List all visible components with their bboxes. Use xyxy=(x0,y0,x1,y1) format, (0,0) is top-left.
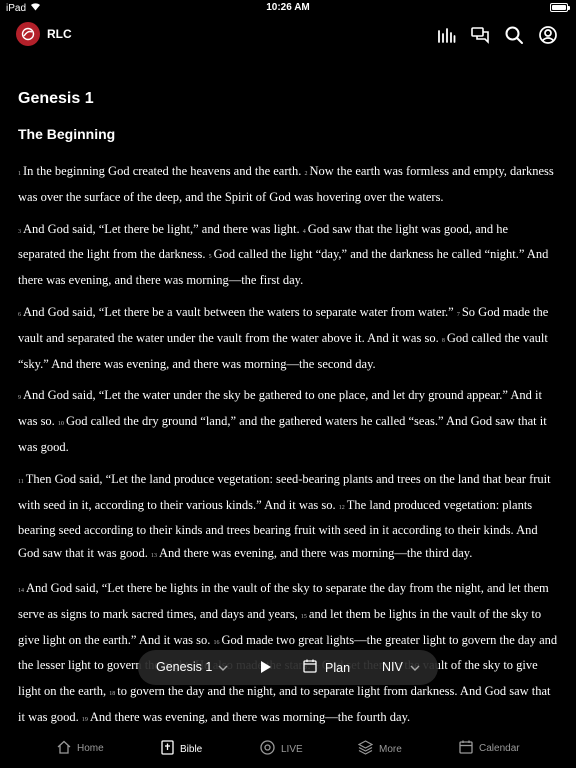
app-header: RLC xyxy=(0,18,576,50)
scripture-paragraph: 3 And God said, “Let there be light,” and… xyxy=(18,218,558,292)
verse-number[interactable]: 16 xyxy=(213,640,219,646)
calendar-icon xyxy=(303,659,317,676)
verse-text[interactable]: In the beginning God created the heavens… xyxy=(23,164,301,178)
tab-label: LIVE xyxy=(281,743,303,755)
tab-live[interactable]: LIVE xyxy=(260,740,303,758)
verse-text[interactable]: And there was evening, and there was mor… xyxy=(159,546,472,560)
verse-text[interactable]: And there was evening, and there was mor… xyxy=(90,710,410,724)
plan-button[interactable]: Plan xyxy=(303,659,350,676)
audio-bars-icon[interactable] xyxy=(436,25,456,45)
verse-number[interactable]: 2 xyxy=(305,171,308,177)
chat-bubbles-icon[interactable] xyxy=(470,25,490,45)
verse-text[interactable]: God called the dry ground “land,” and th… xyxy=(18,414,547,454)
scripture-paragraph: 6 And God said, “Let there be a vault bet… xyxy=(18,301,558,375)
verse-number[interactable]: 6 xyxy=(18,312,21,318)
search-icon[interactable] xyxy=(504,25,524,45)
battery-icon xyxy=(550,3,570,12)
tab-home[interactable]: Home xyxy=(57,740,104,757)
bible-icon xyxy=(161,740,174,758)
verse-number[interactable]: 4 xyxy=(303,229,306,235)
scripture-paragraph: 11 Then God said, “Let the land produce v… xyxy=(18,468,558,568)
clock: 10:26 AM xyxy=(266,2,310,13)
verse-number[interactable]: 9 xyxy=(18,395,21,401)
version-label: NIV xyxy=(382,660,403,674)
scripture-text: 1 In the beginning God created the heaven… xyxy=(18,160,558,729)
verse-number[interactable]: 1 xyxy=(18,171,21,177)
verse-text[interactable]: And God said, “Let there be a vault betw… xyxy=(23,305,454,319)
home-icon xyxy=(57,740,71,757)
calendar-icon xyxy=(459,740,473,757)
live-icon xyxy=(260,740,275,758)
bible-reader: Genesis 1 The Beginning 1 In the beginnin… xyxy=(18,84,558,729)
tab-bar: Home Bible LIVE More Calendar xyxy=(0,730,576,768)
tab-more[interactable]: More xyxy=(357,740,402,758)
chapter-title: Genesis 1 xyxy=(18,90,94,107)
chevron-down-icon xyxy=(410,660,420,674)
audio-player-bar: Genesis 1 Plan NIV xyxy=(138,650,438,685)
plan-label: Plan xyxy=(325,660,351,675)
tab-label: Calendar xyxy=(479,743,520,754)
app-name: RLC xyxy=(47,27,72,41)
verse-number[interactable]: 5 xyxy=(209,254,212,260)
verse-number[interactable]: 19 xyxy=(82,717,88,723)
verse-text[interactable]: And God said, “Let there be light,” and … xyxy=(23,222,300,236)
verse-number[interactable]: 15 xyxy=(301,614,307,620)
verse-number[interactable]: 13 xyxy=(151,553,157,559)
tab-label: Home xyxy=(77,743,104,754)
verse-number[interactable]: 11 xyxy=(18,479,24,485)
verse-number[interactable]: 8 xyxy=(442,338,445,344)
tab-bible[interactable]: Bible xyxy=(161,740,202,758)
verse-number[interactable]: 3 xyxy=(18,229,21,235)
tab-label: More xyxy=(379,743,402,755)
book-chapter-label: Genesis 1 xyxy=(156,660,213,674)
verse-number[interactable]: 10 xyxy=(58,421,64,427)
tab-calendar[interactable]: Calendar xyxy=(459,740,520,757)
status-bar: iPad 10:26 AM xyxy=(0,0,576,16)
version-selector[interactable]: NIV xyxy=(382,660,420,674)
verse-number[interactable]: 14 xyxy=(18,588,24,594)
tab-label: Bible xyxy=(180,743,203,755)
chevron-down-icon xyxy=(218,660,228,674)
verse-number[interactable]: 12 xyxy=(339,505,345,511)
account-icon[interactable] xyxy=(538,25,558,45)
stack-icon xyxy=(357,740,374,758)
verse-number[interactable]: 18 xyxy=(109,691,115,697)
verse-number[interactable]: 7 xyxy=(457,312,460,318)
book-chapter-selector[interactable]: Genesis 1 xyxy=(156,660,228,674)
play-button[interactable] xyxy=(260,660,272,677)
scripture-paragraph: 9 And God said, “Let the water under the … xyxy=(18,384,558,458)
scripture-paragraph: 1 In the beginning God created the heaven… xyxy=(18,160,558,209)
app-logo-icon[interactable] xyxy=(16,22,40,46)
section-title: The Beginning xyxy=(18,126,116,142)
